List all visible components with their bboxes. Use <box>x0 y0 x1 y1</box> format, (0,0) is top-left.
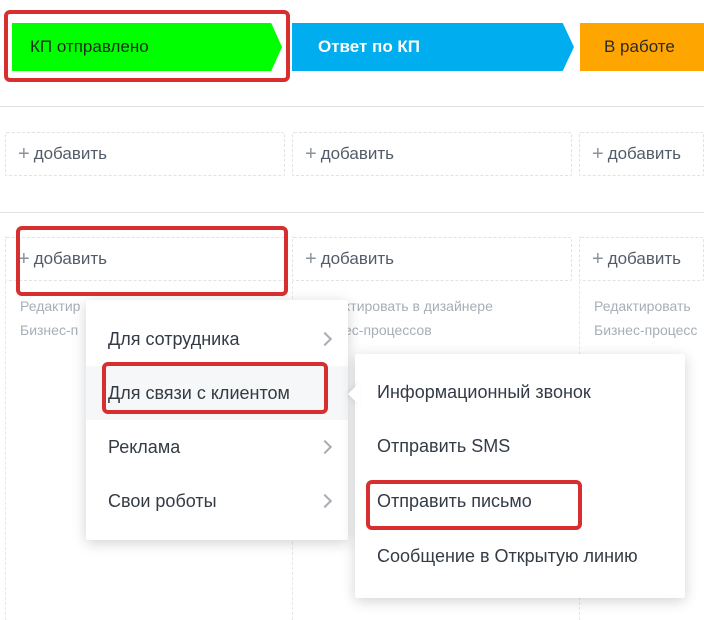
highlight-add-button <box>16 226 288 296</box>
divider <box>0 106 704 107</box>
hint-line: Бизнес-п <box>20 322 79 338</box>
add-trigger-col3[interactable]: + добавить <box>579 132 704 176</box>
column-border <box>5 236 7 620</box>
plus-icon: + <box>305 248 317 270</box>
chevron-right-icon <box>317 439 333 455</box>
menu-item-for-employee[interactable]: Для сотрудника <box>86 312 348 366</box>
hint-line: Редактировать <box>594 298 691 314</box>
submenu-item-info-call[interactable]: Информационный звонок <box>355 365 685 419</box>
add-robot-col3[interactable]: + добавить <box>579 237 704 281</box>
hint-line: ес-процессов <box>344 322 432 338</box>
menu-item-label: Сообщение в Открытую линию <box>377 545 638 566</box>
add-label: добавить <box>607 249 682 268</box>
chevron-right-icon <box>317 493 333 509</box>
hint-line: ктировать в дизайнере <box>344 298 493 314</box>
menu-item-label: Свои роботы <box>108 490 217 511</box>
stage-label: В работе <box>604 37 675 56</box>
add-trigger-col2[interactable]: + добавить <box>292 132 572 176</box>
highlight-send-email <box>366 480 582 530</box>
divider <box>0 212 704 213</box>
robot-category-menu: Для сотрудника Для связи с клиентом Рекл… <box>86 300 348 540</box>
client-contact-submenu: Информационный звонок Отправить SMS Отпр… <box>355 354 685 598</box>
submenu-item-open-line-message[interactable]: Сообщение в Открытую линию <box>355 529 685 583</box>
designer-hint-col2[interactable]: ктировать в дизайнере ес-процессов <box>344 294 493 342</box>
add-label: добавить <box>320 249 395 268</box>
menu-item-label: Отправить SMS <box>377 435 511 456</box>
plus-icon: + <box>18 143 30 165</box>
plus-icon: + <box>592 143 604 165</box>
menu-item-own-robots[interactable]: Свои роботы <box>86 474 348 528</box>
highlight-stage <box>4 10 290 82</box>
designer-hint-col3[interactable]: Редактировать Бизнес-процесс <box>594 294 697 342</box>
add-label: добавить <box>33 144 108 163</box>
menu-item-advertising[interactable]: Реклама <box>86 420 348 474</box>
plus-icon: + <box>305 143 317 165</box>
highlight-client-contact <box>102 362 328 414</box>
submenu-pointer <box>348 382 360 406</box>
add-label: добавить <box>607 144 682 163</box>
add-robot-col2[interactable]: + добавить <box>292 237 572 281</box>
hint-line: Бизнес-процесс <box>594 322 698 338</box>
menu-item-label: Информационный звонок <box>377 381 591 402</box>
add-label: добавить <box>320 144 395 163</box>
stage-label: Ответ по КП <box>318 37 421 56</box>
designer-hint-col1[interactable]: Редактир Бизнес-п <box>20 294 80 342</box>
chevron-right-icon <box>317 331 333 347</box>
stage-in-work[interactable]: В работе <box>580 23 704 71</box>
add-trigger-col1[interactable]: + добавить <box>5 132 285 176</box>
plus-icon: + <box>592 248 604 270</box>
menu-item-label: Для сотрудника <box>108 328 240 349</box>
hint-line: Редактир <box>20 298 81 314</box>
submenu-item-send-sms[interactable]: Отправить SMS <box>355 419 685 473</box>
menu-item-label: Реклама <box>108 436 181 457</box>
stage-kp-response[interactable]: Ответ по КП <box>292 23 574 71</box>
